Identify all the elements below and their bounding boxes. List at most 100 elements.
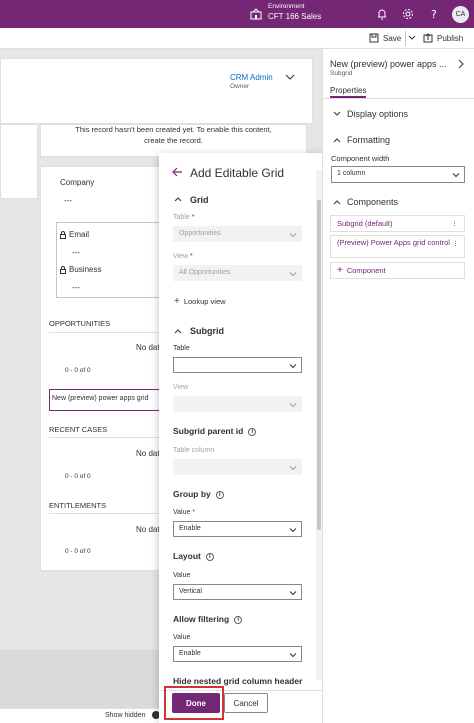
save-button[interactable]: Save [369,33,401,43]
group-by-value: Enable [179,525,201,532]
component-item-subgrid-default[interactable]: Subgrid (default) ··· [330,215,465,232]
paging-text: 0 - 0 of 0 [65,473,91,480]
chevron-up-icon[interactable] [174,328,182,334]
tab-properties[interactable]: Properties [330,86,367,98]
grid-section-heading: Grid [190,195,209,205]
hide-nested-heading: Hide nested grid column header [173,676,303,686]
no-data-text: No dat [136,343,160,352]
command-separator [405,31,406,46]
user-avatar[interactable]: CA [452,6,469,23]
done-button-highlight [164,686,224,720]
component-item-label: Subgrid (default) [337,219,393,228]
components-toggle[interactable]: Components [333,197,398,207]
chevron-down-icon [289,233,297,238]
entitlements-label: ENTITLEMENTS [49,501,107,510]
plus-icon: + [337,265,343,276]
cancel-button[interactable]: Cancel [224,693,268,713]
chevron-down-icon [289,466,297,471]
environment-icon [250,8,262,20]
component-width-select[interactable]: 1 column [331,166,465,183]
business-value[interactable]: --- [72,283,80,292]
info-icon[interactable]: i [205,552,214,561]
chevron-up-icon[interactable] [174,196,182,202]
more-options-icon[interactable]: ··· [451,240,461,246]
left-section-card [0,124,38,199]
display-options-toggle[interactable]: Display options [333,109,408,119]
company-label: Company [60,178,95,187]
business-label: Business [69,265,102,274]
group-by-heading: Group by i [173,489,224,499]
info-icon[interactable]: i [234,615,243,624]
info-icon[interactable]: i [215,490,224,499]
chevron-right-icon[interactable] [458,59,465,69]
properties-subtitle: Subgrid [330,70,353,77]
allow-filtering-value-label: Value [173,634,191,641]
info-icon[interactable]: i [248,427,257,436]
layout-value-label: Value [173,572,191,579]
group-by-select[interactable]: Enable [173,521,302,537]
layout-select[interactable]: Vertical [173,584,302,600]
chevron-down-icon [289,528,297,533]
component-width-value: 1 column [337,170,366,177]
table-select[interactable]: Opportunities [173,226,302,242]
component-item-power-apps-grid[interactable]: (Preview) Power Apps grid control ··· [330,235,465,258]
chevron-down-icon [452,173,460,178]
back-arrow-icon[interactable] [172,167,183,177]
svg-text:?: ? [431,8,437,21]
environment-name[interactable]: CFT 166 Sales [268,12,321,21]
header-card[interactable] [0,58,313,124]
subgrid-table-select[interactable] [173,357,302,373]
view-select-value: All Opportunities [179,269,231,276]
table-select-value: Opportunities [179,230,221,237]
lookup-view-label: Lookup view [183,297,226,306]
company-value[interactable]: --- [64,196,72,205]
notice-line-1: This record hasn't been created yet. To … [75,125,272,134]
environment-label: Environment [268,3,305,10]
allow-filtering-heading: Allow filtering i [173,614,243,624]
chevron-down-icon[interactable] [408,34,416,42]
paging-text: 0 - 0 of 0 [65,548,91,555]
help-icon[interactable]: ? [427,7,441,21]
chevron-down-icon [289,364,297,369]
subgrid-view-select[interactable] [173,396,302,412]
email-value[interactable]: --- [72,248,80,257]
lookup-view-button[interactable]: + Lookup view [174,296,226,307]
component-item-label: (Preview) Power Apps grid control [337,238,450,247]
formatting-toggle[interactable]: Formatting [333,135,390,145]
chevron-down-icon [289,653,297,658]
group-by-value-label: Value * [173,509,196,516]
panel-scrollbar-thumb[interactable] [317,200,321,530]
more-options-icon[interactable]: ··· [450,220,460,226]
owner-name[interactable]: CRM Admin [230,73,273,82]
publish-label: Publish [437,33,464,43]
chevron-up-icon [333,138,341,143]
panel-title: Add Editable Grid [190,166,285,180]
plus-icon: + [174,296,180,307]
view-select[interactable]: All Opportunities [173,265,302,281]
view-label: View * [173,253,193,260]
save-label: Save [383,33,402,43]
table-column-label: Table column [173,447,215,454]
properties-title: New (preview) power apps ... [330,59,447,69]
table-column-select[interactable] [173,459,302,475]
selected-subgrid[interactable]: New (preview) power apps grid [49,389,161,411]
chevron-down-icon [289,591,297,596]
bell-icon[interactable] [375,7,389,21]
components-label: Components [347,197,399,207]
gear-icon[interactable] [401,7,415,21]
component-width-label: Component width [331,154,390,163]
subgrid-view-label: View [173,384,189,391]
chevron-down-icon [289,272,297,277]
add-component-button[interactable]: + Component [330,262,465,279]
chevron-up-icon [333,200,341,205]
subgrid-table-label: Table [173,345,190,352]
command-bar [0,28,474,49]
recent-cases-label: RECENT CASES [49,425,108,434]
allow-filtering-select[interactable]: Enable [173,646,302,662]
chevron-down-icon[interactable] [285,73,295,81]
add-component-label: Component [346,266,386,275]
publish-button[interactable]: Publish [423,33,463,43]
lock-icon [60,265,66,274]
subgrid-parent-heading: Subgrid parent id i [173,426,257,436]
chevron-down-icon [289,403,297,408]
